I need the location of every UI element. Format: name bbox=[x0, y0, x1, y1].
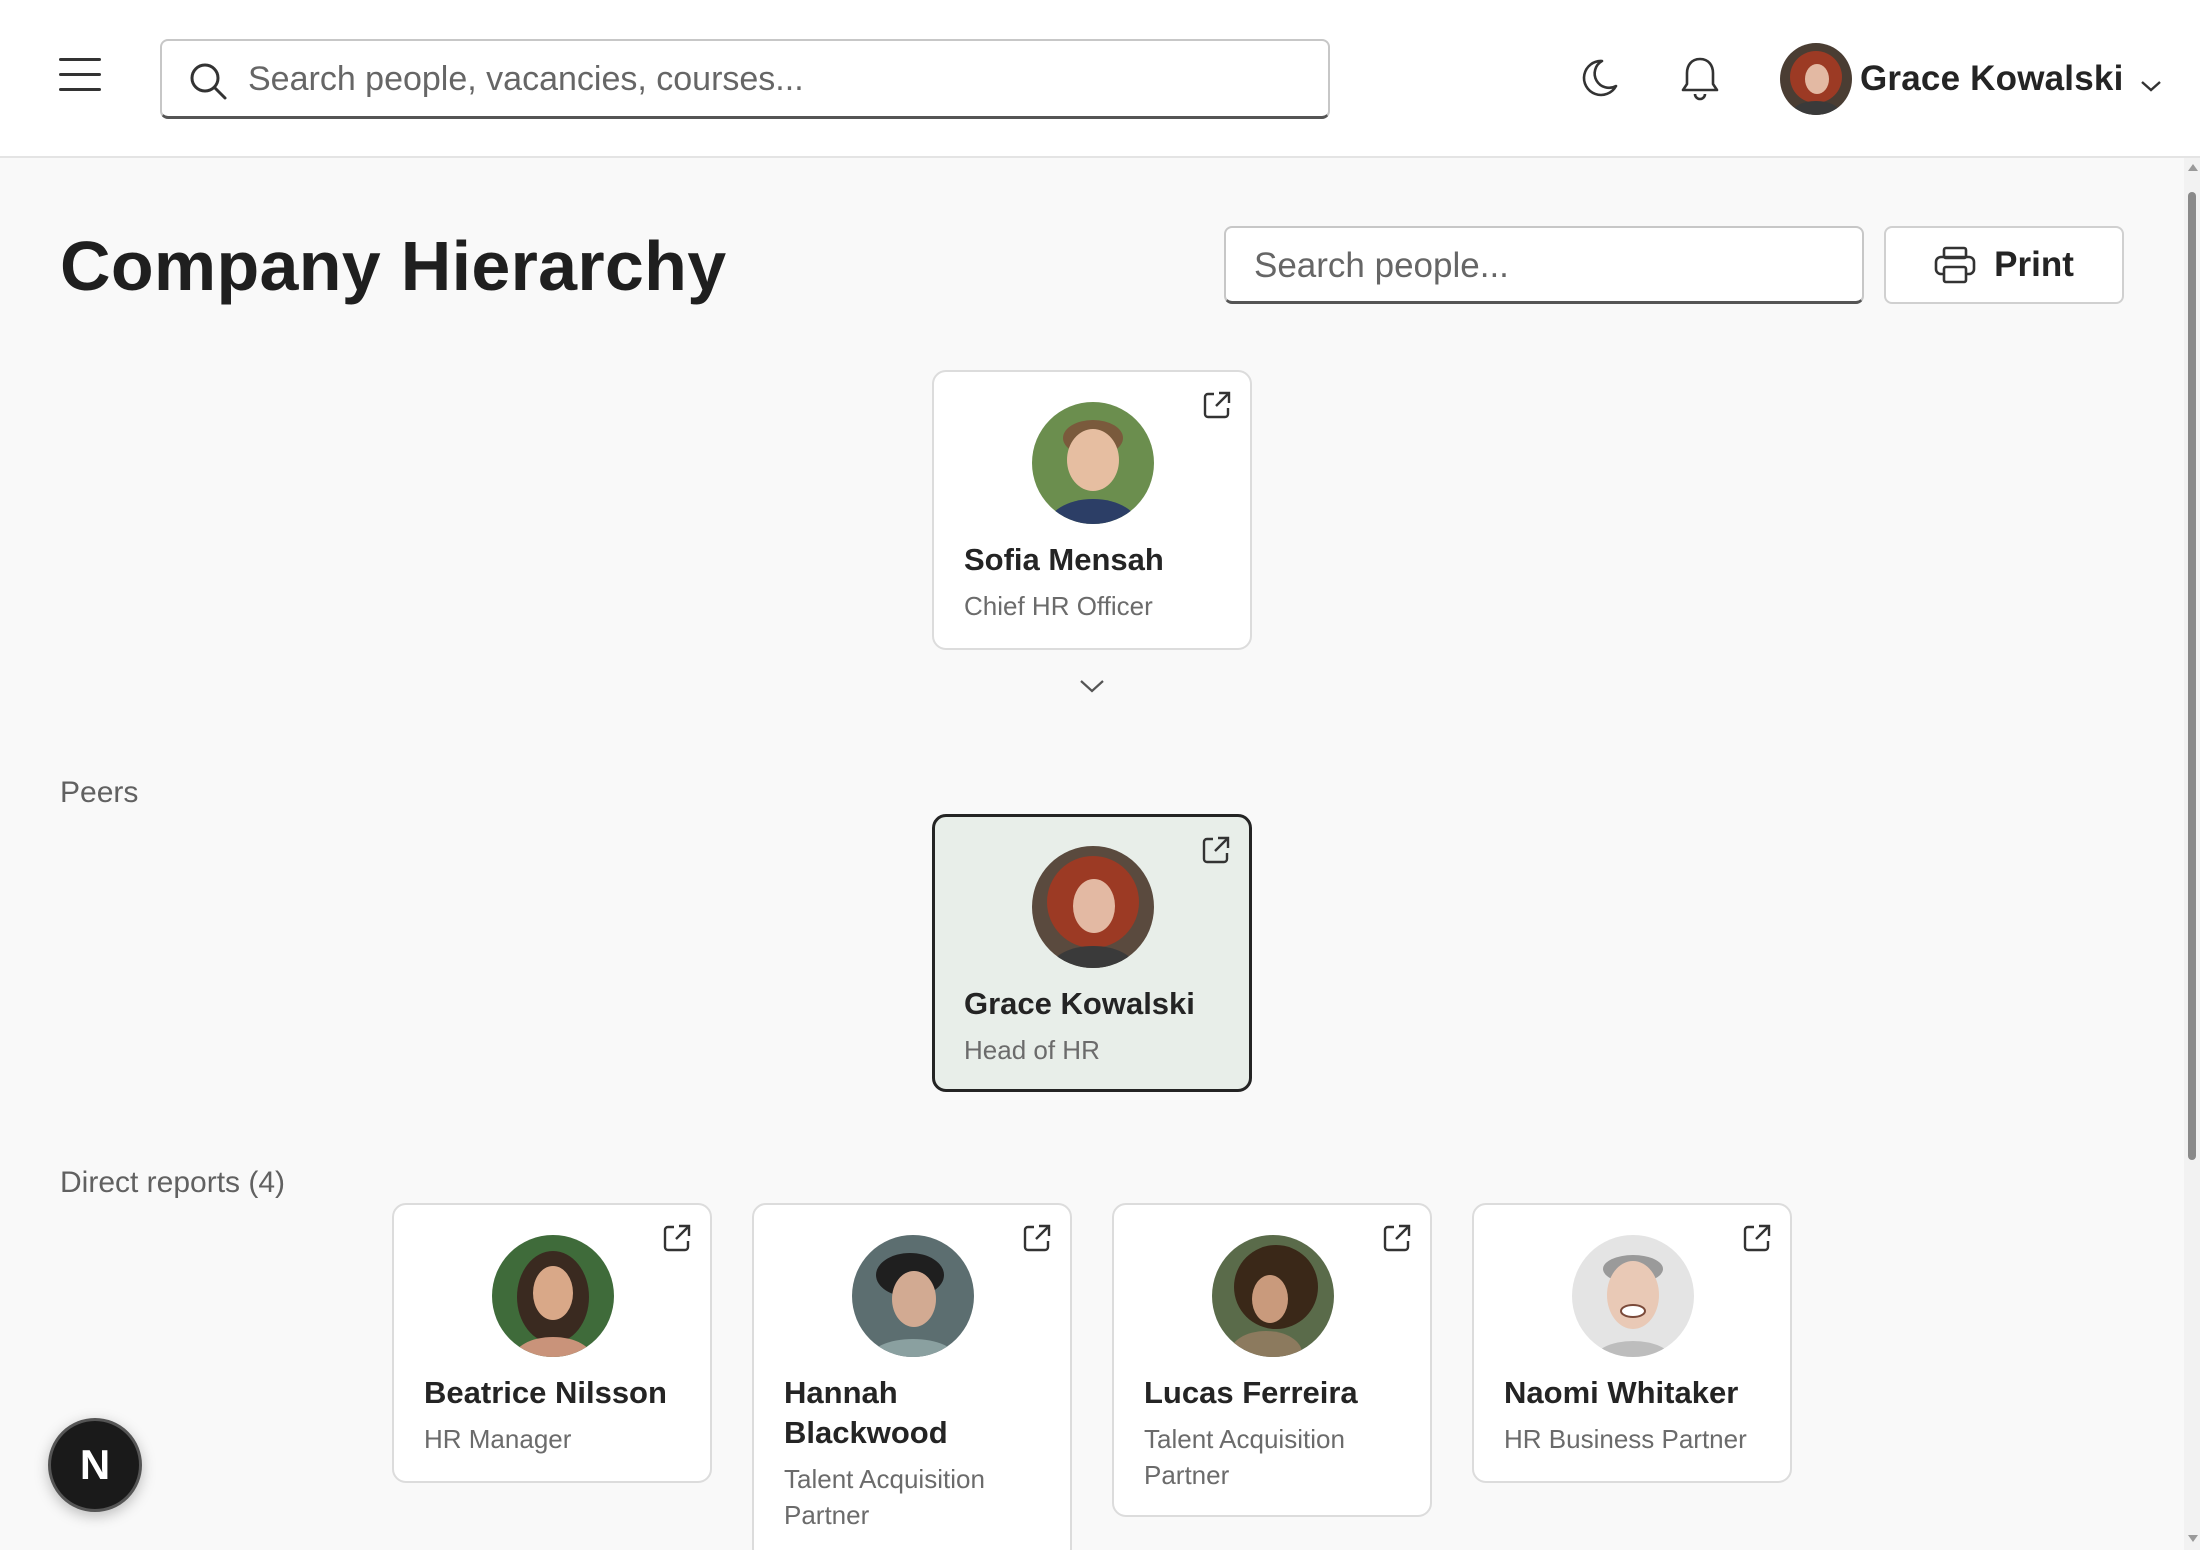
user-name: Grace Kowalski bbox=[1860, 59, 2124, 98]
scroll-down-arrow-icon[interactable] bbox=[2188, 1535, 2198, 1542]
avatar bbox=[492, 1235, 614, 1357]
search-icon bbox=[190, 63, 227, 100]
open-profile-icon[interactable] bbox=[1380, 1221, 1414, 1255]
person-name: Naomi Whitaker bbox=[1504, 1375, 1739, 1410]
global-search-box[interactable] bbox=[160, 39, 1330, 119]
vertical-scrollbar[interactable] bbox=[2184, 158, 2200, 1550]
people-search-input[interactable] bbox=[1254, 240, 1844, 292]
report-card[interactable]: Naomi Whitaker HR Business Partner bbox=[1472, 1203, 1792, 1483]
user-menu[interactable]: Grace Kowalski bbox=[1780, 42, 2162, 116]
person-name: Beatrice Nilsson bbox=[424, 1375, 667, 1410]
person-name: Sofia Mensah bbox=[964, 542, 1164, 577]
person-role: Talent Acquisition Partner bbox=[784, 1464, 985, 1530]
avatar bbox=[1212, 1235, 1334, 1357]
peers-label: Peers bbox=[60, 776, 139, 809]
open-profile-icon[interactable] bbox=[1200, 388, 1234, 422]
report-card[interactable]: Hannah Blackwood Talent Acquisition Part… bbox=[752, 1203, 1072, 1550]
bell-icon[interactable] bbox=[1672, 50, 1728, 106]
avatar bbox=[1572, 1235, 1694, 1357]
open-profile-icon[interactable] bbox=[1020, 1221, 1054, 1255]
person-role: Head of HR bbox=[964, 1035, 1100, 1065]
person-name: Grace Kowalski bbox=[964, 986, 1195, 1021]
avatar bbox=[852, 1235, 974, 1357]
scroll-up-arrow-icon[interactable] bbox=[2188, 164, 2198, 171]
top-bar: Grace Kowalski bbox=[0, 0, 2200, 158]
person-role: Chief HR Officer bbox=[964, 591, 1153, 621]
report-card[interactable]: Lucas Ferreira Talent Acquisition Partne… bbox=[1112, 1203, 1432, 1517]
current-user-card[interactable]: Grace Kowalski Head of HR bbox=[932, 814, 1252, 1092]
manager-card[interactable]: Sofia Mensah Chief HR Officer bbox=[932, 370, 1252, 650]
moon-icon[interactable] bbox=[1572, 50, 1628, 106]
user-avatar bbox=[1780, 43, 1852, 115]
chevron-down-icon[interactable] bbox=[1075, 675, 1109, 699]
report-card[interactable]: Beatrice Nilsson HR Manager bbox=[392, 1203, 712, 1483]
person-name: Lucas Ferreira bbox=[1144, 1375, 1358, 1410]
people-search-box[interactable] bbox=[1224, 226, 1864, 304]
direct-reports-label: Direct reports (4) bbox=[60, 1166, 286, 1199]
n-badge-letter: N bbox=[79, 1441, 111, 1488]
person-role: Talent Acquisition Partner bbox=[1144, 1424, 1345, 1490]
chevron-down-icon bbox=[2140, 81, 2161, 92]
scrollbar-thumb[interactable] bbox=[2188, 192, 2196, 1160]
page-title: Company Hierarchy bbox=[60, 227, 727, 305]
avatar bbox=[1032, 846, 1154, 968]
open-profile-icon[interactable] bbox=[660, 1221, 694, 1255]
person-role: HR Business Partner bbox=[1504, 1424, 1747, 1454]
printer-icon bbox=[1934, 246, 1976, 284]
print-button[interactable]: Print bbox=[1884, 226, 2124, 304]
print-button-label: Print bbox=[1994, 245, 2074, 284]
person-role: HR Manager bbox=[424, 1424, 572, 1454]
person-name: Hannah Blackwood bbox=[784, 1375, 948, 1450]
global-search-input[interactable] bbox=[248, 53, 1308, 105]
avatar bbox=[1032, 402, 1154, 524]
n-badge-button[interactable]: N bbox=[48, 1418, 142, 1512]
open-profile-icon[interactable] bbox=[1199, 833, 1233, 867]
open-profile-icon[interactable] bbox=[1740, 1221, 1774, 1255]
hamburger-menu-icon[interactable] bbox=[52, 58, 108, 98]
